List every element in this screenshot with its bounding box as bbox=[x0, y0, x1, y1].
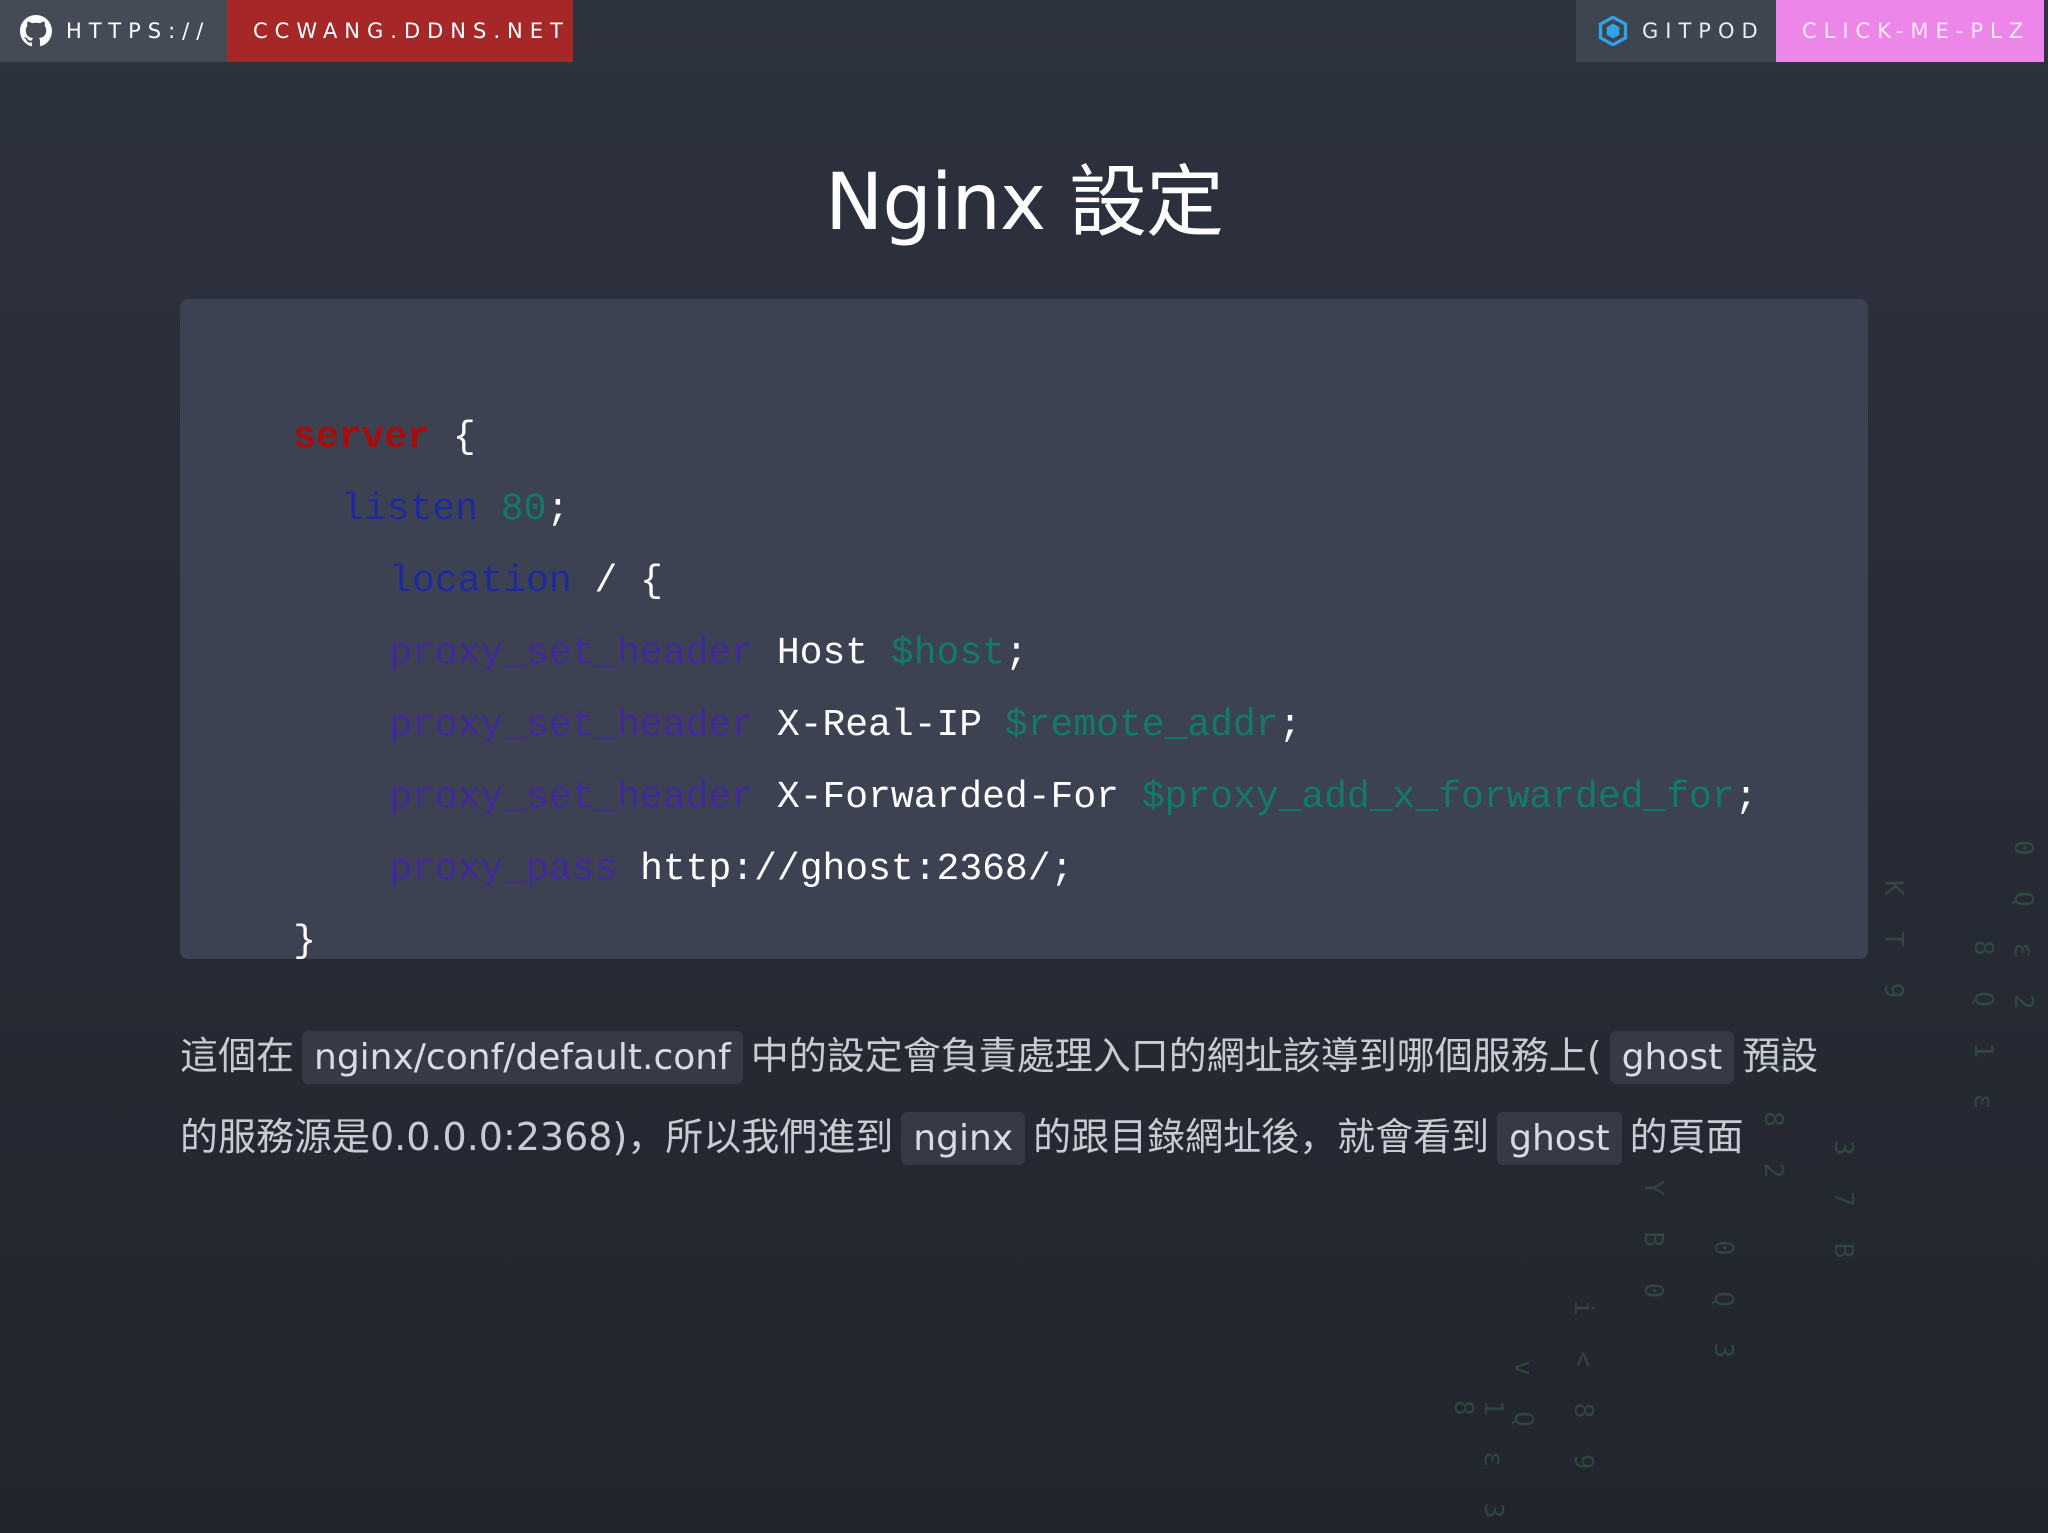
slide-title: Nginx 設定 bbox=[825, 158, 1224, 248]
inline-code: ghost bbox=[1497, 1112, 1622, 1165]
inline-code: ghost bbox=[1609, 1031, 1735, 1084]
code-line: proxy_pass http://ghost:2368/; bbox=[298, 813, 1073, 927]
description-text: 的頁面 bbox=[1629, 1115, 1744, 1159]
matrix-glyph-column: Y B 0 bbox=[1638, 1180, 1668, 1309]
inline-code: nginx/conf/default.conf bbox=[302, 1031, 743, 1084]
description-text: 中的設定會負責處理入口的網址該導到哪個服務上( bbox=[750, 1034, 1602, 1078]
matrix-glyph-column: 8 Q 1 ε bbox=[1968, 940, 1998, 1120]
code-text: http://ghost:2368/; bbox=[617, 848, 1074, 891]
inline-code: nginx bbox=[901, 1112, 1026, 1165]
description-text: 的跟目錄網址後，就會看到 bbox=[1033, 1115, 1490, 1159]
gitpod-badge-value[interactable]: CLICK-ME-PLZ bbox=[1776, 0, 2044, 62]
code-text: ; bbox=[1734, 776, 1758, 819]
github-badge-value[interactable]: CCWANG.DDNS.NET bbox=[227, 0, 573, 62]
code-block: server { listen 80; location / { proxy_s… bbox=[180, 299, 1868, 961]
description-line-2: 的服務源是0.0.0.0:2368)，所以我們進到 nginx 的跟目錄網址後，就會… bbox=[180, 1106, 1880, 1165]
description-text: 這個在 bbox=[180, 1034, 295, 1078]
matrix-glyph-column: 1 ε 3 8 bbox=[1448, 1400, 1508, 1529]
matrix-glyph-column: K T 9 bbox=[1878, 880, 1908, 1009]
github-badge-left-text: HTTPS:// bbox=[66, 19, 211, 43]
code-variable: $proxy_add_x_forwarded_for bbox=[1141, 776, 1735, 819]
github-badge-right-text: CCWANG.DDNS.NET bbox=[253, 19, 570, 43]
github-icon bbox=[20, 15, 52, 47]
matrix-glyph-column: 0 Q ε 2 bbox=[2008, 840, 2038, 1020]
gitpod-icon bbox=[1598, 16, 1628, 46]
description-text: 預設 bbox=[1742, 1034, 1819, 1078]
code-text: } bbox=[293, 920, 317, 963]
code-line: } bbox=[202, 885, 316, 999]
code-keyword: proxy_pass bbox=[389, 848, 618, 891]
matrix-glyph-column: 0 Q 3 bbox=[1708, 1240, 1738, 1369]
gitpod-badge-right-text: CLICK-ME-PLZ bbox=[1802, 19, 2031, 43]
description-line-1: 這個在 nginx/conf/default.conf 中的設定會負責處理入口的網址… bbox=[180, 1025, 1880, 1084]
github-badge-label[interactable]: HTTPS:// bbox=[0, 0, 227, 62]
matrix-glyph-column: v Q bbox=[1508, 1360, 1538, 1437]
description-text: 的服務源是0.0.0.0:2368)，所以我們進到 bbox=[180, 1115, 894, 1159]
gitpod-badge-label[interactable]: GITPOD bbox=[1576, 0, 1776, 62]
matrix-glyph-column: i < 8 9 bbox=[1568, 1300, 1598, 1480]
gitpod-badge-left-text: GITPOD bbox=[1642, 19, 1765, 43]
